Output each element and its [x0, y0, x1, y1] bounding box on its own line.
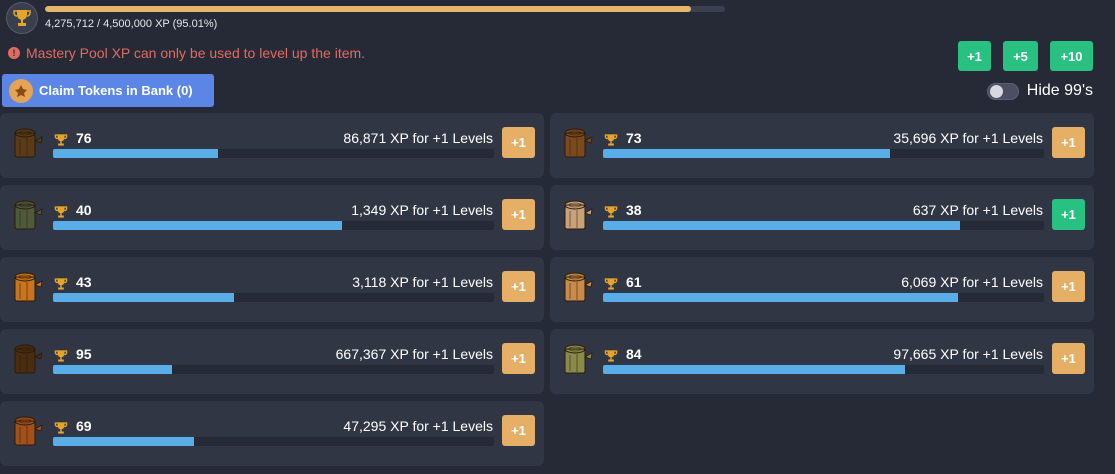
xp-to-next-level: 637 XP for +1 Levels	[912, 202, 1043, 218]
mastery-progress-fill	[603, 149, 890, 158]
claim-tokens-label: Claim Tokens in Bank (0)	[39, 83, 193, 98]
hide-99-switch[interactable]	[986, 82, 1019, 100]
mastery-progress-bar	[603, 365, 1044, 374]
level-up-button[interactable]: +1	[502, 415, 535, 446]
level-up-button[interactable]: +1	[1052, 271, 1085, 302]
xp-to-next-level: 97,665 XP for +1 Levels	[893, 346, 1043, 362]
claim-tokens-button[interactable]: Claim Tokens in Bank (0)	[2, 74, 214, 107]
mastery-progress-bar	[53, 365, 494, 374]
level-up-button[interactable]: +1	[502, 199, 535, 230]
mastery-progress-bar	[603, 293, 1044, 302]
mastery-progress-bar	[603, 221, 1044, 230]
warning-text: Mastery Pool XP can only be used to leve…	[26, 45, 366, 61]
mastery-progress-fill	[53, 293, 234, 302]
level-up-button[interactable]: +1	[1052, 127, 1085, 158]
mastery-progress-bar	[53, 293, 494, 302]
willow-log-icon	[10, 197, 46, 233]
hide-99-toggle[interactable]: Hide 99's	[986, 82, 1093, 100]
mastery-token-icon	[9, 78, 33, 103]
mastery-progress-fill	[53, 365, 173, 374]
level-up-button[interactable]: +1	[502, 127, 535, 158]
mastery-level: 61	[626, 274, 642, 290]
mastery-item-card: 76 86,871 XP for +1 Levels +1	[0, 113, 544, 178]
mastery-item-card: 40 1,349 XP for +1 Levels +1	[0, 185, 544, 250]
spend-plus-10-button[interactable]: +10	[1050, 41, 1093, 71]
mastery-item-card: 95 667,367 XP for +1 Levels +1	[0, 329, 544, 394]
mastery-item-card: 73 35,696 XP for +1 Levels +1	[550, 113, 1094, 178]
spend-pool-xp-buttons: +1 +5 +10	[958, 41, 1093, 71]
info-icon: !	[8, 47, 20, 59]
teak-log-icon	[560, 197, 596, 233]
mastery-pool-progress-fill	[45, 6, 692, 12]
spend-plus-5-button[interactable]: +5	[1003, 41, 1038, 71]
level-up-button[interactable]: +1	[1052, 343, 1085, 374]
mastery-level: 76	[76, 130, 92, 146]
mastery-level: 43	[76, 274, 92, 290]
mastery-pool-trophy-icon	[6, 2, 38, 34]
redwood-log-icon	[10, 413, 46, 449]
xp-to-next-level: 667,367 XP for +1 Levels	[335, 346, 493, 362]
mastery-level: 69	[76, 418, 92, 434]
mastery-item-card: 38 637 XP for +1 Levels +1	[550, 185, 1094, 250]
mastery-progress-fill	[603, 365, 906, 374]
mastery-item-card: 84 97,665 XP for +1 Levels +1	[550, 329, 1094, 394]
mastery-progress-bar	[53, 437, 494, 446]
mastery-progress-fill	[53, 437, 195, 446]
mastery-progress-fill	[53, 221, 342, 230]
maple-log-icon	[10, 269, 46, 305]
xp-to-next-level: 3,118 XP for +1 Levels	[352, 274, 493, 290]
magic-log-icon	[560, 341, 596, 377]
xp-to-next-level: 35,696 XP for +1 Levels	[893, 130, 1043, 146]
hide-99-label: Hide 99's	[1026, 82, 1093, 99]
normal-log-icon	[10, 125, 46, 161]
mastery-item-card: 43 3,118 XP for +1 Levels +1	[0, 257, 544, 322]
xp-to-next-level: 6,069 XP for +1 Levels	[901, 274, 1043, 290]
mastery-level: 73	[626, 130, 642, 146]
mastery-level: 95	[76, 346, 92, 362]
yew-log-icon	[10, 341, 46, 377]
xp-to-next-level: 47,295 XP for +1 Levels	[343, 418, 493, 434]
mastery-level: 40	[76, 202, 92, 218]
mastery-progress-fill	[53, 149, 219, 158]
mastery-progress-bar	[53, 221, 494, 230]
mastery-pool-progress-text: 4,275,712 / 4,500,000 XP (95.01%)	[45, 18, 218, 30]
mahogany-log-icon	[560, 269, 596, 305]
level-up-button[interactable]: +1	[502, 343, 535, 374]
xp-to-next-level: 86,871 XP for +1 Levels	[343, 130, 493, 146]
oak-log-icon	[560, 125, 596, 161]
mastery-level: 38	[626, 202, 642, 218]
spend-plus-1-button[interactable]: +1	[958, 41, 991, 71]
mastery-progress-fill	[603, 293, 958, 302]
mastery-progress-bar	[603, 149, 1044, 158]
level-up-button[interactable]: +1	[1052, 199, 1085, 230]
mastery-progress-fill	[603, 221, 961, 230]
mastery-level: 84	[626, 346, 642, 362]
level-up-button[interactable]: +1	[502, 271, 535, 302]
mastery-item-card: 61 6,069 XP for +1 Levels +1	[550, 257, 1094, 322]
mastery-progress-bar	[53, 149, 494, 158]
mastery-pool-warning: ! Mastery Pool XP can only be used to le…	[8, 45, 365, 61]
xp-to-next-level: 1,349 XP for +1 Levels	[351, 202, 493, 218]
mastery-item-card: 69 47,295 XP for +1 Levels +1	[0, 401, 544, 466]
mastery-pool-progress-bar	[45, 6, 725, 12]
